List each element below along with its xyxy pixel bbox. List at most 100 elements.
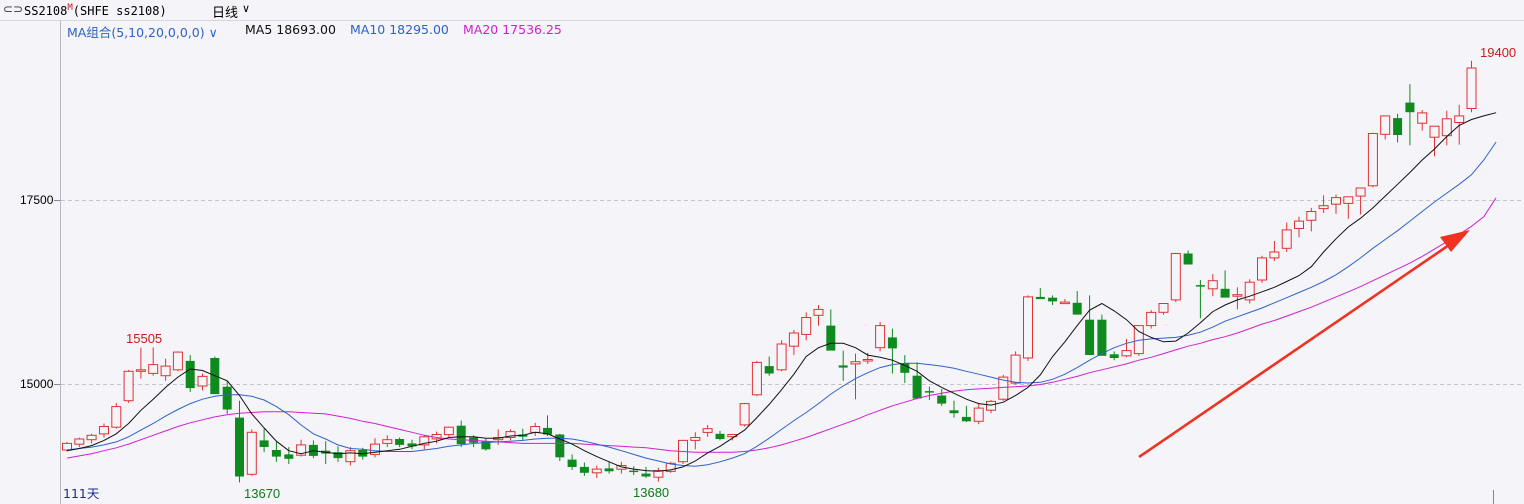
candle	[973, 402, 984, 425]
candle	[1417, 110, 1428, 131]
candle	[1244, 279, 1255, 304]
candle-body	[838, 365, 848, 368]
candle	[1454, 104, 1465, 145]
candle	[419, 435, 430, 450]
candle-body	[284, 454, 294, 459]
candle-body	[99, 426, 109, 435]
candle-body	[641, 473, 651, 477]
candle-body	[1355, 187, 1366, 197]
candle	[850, 353, 861, 400]
candle	[1220, 270, 1230, 298]
candle	[172, 351, 183, 372]
candle-body	[1294, 220, 1304, 230]
candle	[86, 433, 97, 444]
candle-body	[1367, 133, 1378, 187]
candle	[727, 433, 738, 441]
candle-body	[246, 431, 257, 475]
candle-body	[1207, 280, 1218, 290]
candle-body	[1405, 102, 1415, 113]
candle-body	[813, 308, 824, 316]
candle	[937, 388, 947, 406]
candle	[111, 402, 122, 429]
candle	[284, 447, 294, 464]
candle	[715, 430, 725, 441]
candle-body	[1121, 350, 1132, 357]
candle-body	[937, 395, 947, 404]
candle-body	[1232, 294, 1243, 297]
candle-body	[1035, 296, 1045, 300]
ma5-line	[66, 112, 1497, 472]
candle-body	[1195, 285, 1205, 287]
candle	[579, 462, 589, 476]
candle	[1405, 84, 1415, 146]
candle	[271, 441, 281, 462]
annotation-low-2: 13680	[633, 485, 669, 500]
candle	[900, 355, 910, 383]
candle-body	[382, 439, 393, 444]
candle	[185, 355, 195, 392]
candle-body	[702, 428, 713, 433]
candle-body	[1281, 229, 1292, 249]
candle-body	[1109, 354, 1119, 358]
candle-body	[1146, 311, 1157, 327]
candle-body	[530, 426, 541, 433]
candle-body	[788, 332, 799, 347]
candle	[1085, 295, 1095, 355]
candle	[961, 405, 971, 422]
candle-body	[826, 325, 836, 351]
candle	[949, 400, 959, 418]
candle-body	[1454, 115, 1465, 124]
candle-body	[135, 369, 146, 372]
y-label-15000: 15000	[20, 377, 54, 391]
candle	[1207, 274, 1218, 297]
candle-body	[739, 403, 750, 426]
candle	[1195, 280, 1205, 319]
ma-lines-layer	[66, 112, 1497, 472]
candle	[1170, 252, 1181, 303]
candle-body	[456, 425, 466, 445]
indicator-selector[interactable]: MA组合(5,10,20,0,0,0) ∨	[67, 22, 218, 41]
candle	[160, 358, 171, 381]
candle	[629, 466, 639, 475]
candle-body	[1417, 112, 1428, 124]
candles-layer	[62, 60, 1477, 483]
candle	[838, 350, 848, 381]
candle-body	[443, 426, 454, 436]
candle	[1281, 222, 1292, 252]
candle-body	[395, 439, 405, 445]
candle-body	[1158, 303, 1169, 313]
candle-body	[862, 359, 873, 362]
candle-body	[1343, 196, 1354, 204]
candle-body	[690, 437, 701, 441]
candle	[1343, 196, 1354, 219]
candle	[308, 440, 318, 459]
candle-body	[924, 391, 934, 393]
chevron-down-icon[interactable]: ∨	[205, 25, 218, 40]
legend-ma10: MA10 18295.00	[350, 22, 449, 37]
candle	[1059, 299, 1070, 305]
candle	[641, 466, 651, 478]
candle-body	[1466, 67, 1477, 109]
legend-ma20: MA20 17536.25	[463, 22, 562, 37]
candle	[1367, 132, 1378, 188]
candle-body	[1393, 118, 1403, 135]
candle	[1306, 207, 1317, 232]
candle-body	[345, 450, 356, 463]
candle-body	[271, 450, 281, 457]
candle	[739, 402, 750, 427]
candle-body	[986, 400, 996, 411]
candle	[259, 428, 269, 453]
candle	[764, 356, 774, 376]
candle-body	[850, 361, 861, 365]
candle	[382, 435, 393, 448]
candle	[1072, 291, 1082, 315]
candle	[591, 465, 602, 478]
candle-body	[776, 343, 787, 371]
candle-body	[1023, 296, 1033, 359]
y-label-17500: 17500	[20, 193, 54, 207]
candle-body	[875, 325, 886, 349]
candle-body	[1170, 253, 1181, 301]
candle	[690, 432, 701, 450]
annotation-high-1: 15505	[126, 331, 162, 346]
candle-body	[629, 470, 639, 473]
